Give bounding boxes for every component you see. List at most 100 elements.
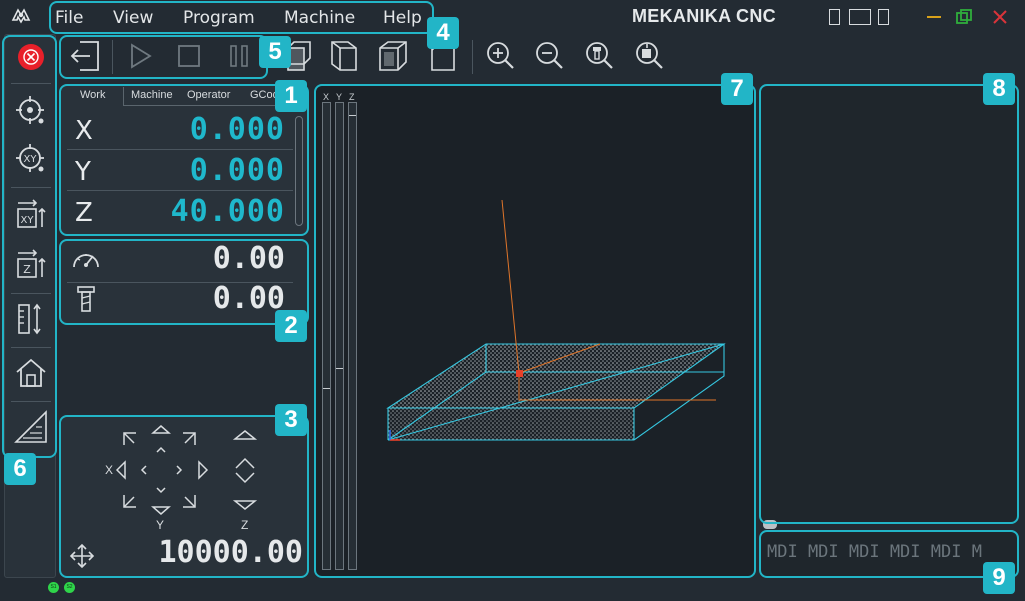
layout-center-panel-toggle[interactable] (849, 9, 871, 25)
tab-work[interactable]: Work (80, 89, 105, 101)
badge-4: 4 (427, 17, 459, 49)
jog-controls (115, 425, 258, 515)
svg-text:Z: Z (23, 263, 31, 276)
surfacing-wizard-icon[interactable] (13, 409, 49, 445)
zoom-fit-icon[interactable] (631, 38, 669, 74)
axis-x-label: X (75, 116, 93, 146)
menu-machine[interactable]: Machine (284, 8, 355, 28)
feed-rate-gauge-icon (73, 254, 99, 268)
badge-8: 8 (983, 73, 1015, 105)
app-title: MEKANIKA CNC (632, 6, 776, 26)
axis-x-value[interactable]: 0.000 (190, 112, 285, 147)
set-xy-origin-icon[interactable]: XY (13, 197, 49, 233)
emergency-stop-button[interactable] (13, 39, 49, 75)
separator (11, 347, 51, 348)
separator (123, 105, 299, 106)
menu-program[interactable]: Program (183, 8, 255, 28)
load-program-icon[interactable] (66, 38, 104, 74)
tool-length-measure-icon[interactable] (13, 301, 49, 337)
stock-3d-view (386, 199, 726, 441)
badge-1: 1 (275, 80, 307, 112)
separator (123, 87, 124, 105)
jog-north-small-icon (156, 446, 166, 453)
jog-z-up-icon (232, 430, 258, 440)
layout-right-panel-toggle[interactable] (878, 9, 889, 25)
jog-z-label: Z (241, 518, 249, 532)
zero-xy-icon[interactable]: XY (13, 141, 49, 177)
tab-operator[interactable]: Operator (187, 89, 230, 101)
jog-step-move-icon (69, 543, 95, 569)
zoom-tool-icon[interactable] (581, 38, 619, 74)
axis-z-label: Z (75, 198, 93, 228)
stop-icon[interactable] (170, 38, 208, 74)
jog-south-small-icon (156, 487, 166, 494)
badge-6: 6 (4, 453, 36, 485)
zoom-in-icon[interactable] (482, 38, 520, 74)
menu-file[interactable]: File (55, 8, 83, 28)
tool-position-marker (516, 370, 523, 377)
svg-text:XY: XY (24, 154, 38, 165)
tab-machine[interactable]: Machine (131, 89, 173, 101)
spindle-tool-icon (77, 286, 95, 312)
jog-west-icon (115, 460, 126, 480)
minimize-icon[interactable] (925, 8, 943, 26)
mdi-placeholder: MDI MDI MDI MDI MDI M (767, 542, 982, 562)
dro-scrollbar[interactable] (295, 116, 303, 226)
jog-z-down-icon (232, 500, 258, 510)
speeds-panel: 0.00 0.00 (61, 241, 307, 323)
title-bar: File View Program Machine Help MEKANIKA … (0, 0, 1025, 34)
axis-z-value[interactable]: 40.000 (171, 194, 285, 229)
panel-splitter-handle[interactable] (763, 520, 777, 529)
jog-z-down-small-icon (235, 472, 255, 484)
separator (11, 293, 51, 294)
badge-3: 3 (275, 404, 307, 436)
pause-icon[interactable] (220, 38, 258, 74)
app-logo-icon (11, 8, 31, 24)
separator (11, 83, 51, 84)
zoom-out-icon[interactable] (531, 38, 569, 74)
layout-left-panel-toggle[interactable] (829, 9, 840, 25)
status-led-1: S1 (48, 582, 59, 593)
feed-rate-value[interactable]: 0.00 (213, 241, 285, 276)
jog-south-icon (151, 506, 171, 515)
separator (112, 40, 113, 74)
badge-2: 2 (275, 310, 307, 342)
jog-x-label: X (105, 463, 114, 477)
maximize-icon[interactable] (955, 8, 973, 26)
view-iso-icon[interactable] (374, 38, 412, 74)
jog-north-icon (151, 425, 171, 434)
badge-7: 7 (721, 73, 753, 105)
probe-center-icon[interactable] (13, 93, 49, 129)
separator (472, 40, 473, 74)
gcode-editor-panel[interactable] (761, 86, 1017, 522)
axis-y-value[interactable]: 0.000 (190, 153, 285, 188)
close-icon[interactable] (991, 8, 1009, 26)
toolpath-viewport[interactable]: X Y Z (316, 86, 754, 576)
separator (11, 401, 51, 402)
view-side-icon[interactable] (326, 38, 364, 74)
separator (11, 187, 51, 188)
separator (67, 149, 293, 150)
home-icon[interactable] (13, 355, 49, 391)
jog-z-up-small-icon (235, 457, 255, 469)
badge-9: 9 (983, 562, 1015, 594)
jog-y-label: Y (156, 518, 165, 532)
jog-west-small-icon (140, 465, 147, 475)
menu-help[interactable]: Help (383, 8, 422, 28)
separator (67, 190, 293, 191)
svg-text:XY: XY (21, 215, 35, 226)
jog-east-small-icon (176, 465, 183, 475)
badge-5: 5 (259, 36, 291, 68)
jog-east-icon (198, 460, 209, 480)
spindle-speed-value[interactable]: 0.00 (213, 281, 285, 316)
mdi-input[interactable]: MDI MDI MDI MDI MDI M (761, 532, 1017, 576)
menu-view[interactable]: View (113, 8, 153, 28)
left-tool-column: XY XY Z (4, 34, 56, 578)
jog-panel: X Y Z 10000.00 (61, 417, 307, 576)
play-icon[interactable] (121, 38, 159, 74)
dro-panel: Work Machine Operator GCode X 0.000 Y 0.… (61, 86, 307, 234)
jog-step-value[interactable]: 10000.00 (159, 535, 304, 570)
axis-y-label: Y (75, 157, 91, 187)
status-led-2: S2 (64, 582, 75, 593)
set-z-origin-icon[interactable]: Z (13, 247, 49, 283)
